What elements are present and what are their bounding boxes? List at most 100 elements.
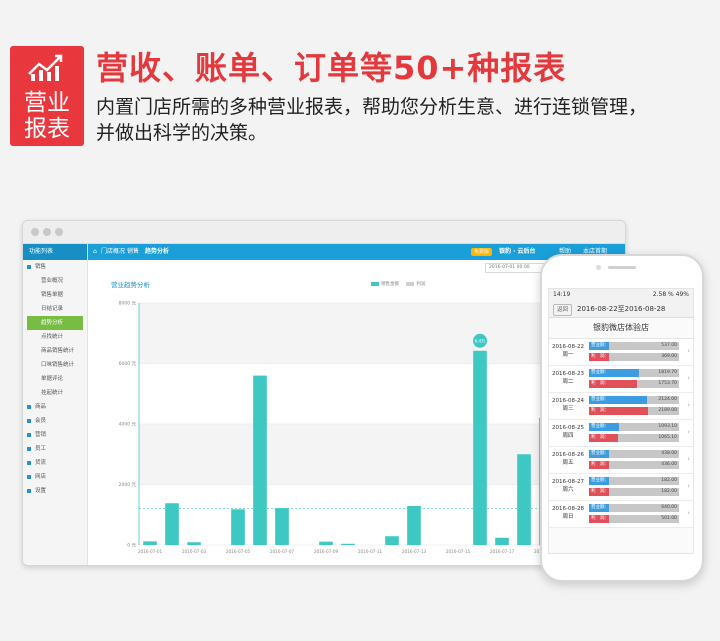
- sidebar-item-label: 挂起统计: [41, 390, 64, 396]
- sidebar-item-label: 单据评论: [41, 376, 64, 382]
- revenue-bar: 营业额： 640.00: [589, 504, 679, 512]
- sidebar-item[interactable]: 营销: [23, 428, 87, 442]
- revenue-bar: 营业额： 182.00: [589, 477, 679, 485]
- sidebar-item[interactable]: 销售: [23, 260, 87, 274]
- daily-report-row[interactable]: 2016-08-27 周六 营业额： 182.00 利 润： 182.00 ›: [549, 474, 693, 501]
- breadcrumb-item[interactable]: 门店概况: [101, 244, 125, 260]
- revenue-label: 营业额：: [591, 397, 609, 402]
- row-weekday: 周六: [562, 487, 574, 493]
- row-date-text: 2016-08-25: [552, 425, 584, 431]
- row-date-text: 2016-08-22: [552, 344, 584, 350]
- sidebar-item[interactable]: 网店: [23, 470, 87, 484]
- profit-bar: 利 润： 1065.10: [589, 434, 679, 442]
- row-date-text: 2016-08-28: [552, 506, 584, 512]
- sidebar-item-label: 员工: [35, 446, 47, 452]
- sidebar-item-label: 点找统计: [41, 334, 64, 340]
- chart-legend[interactable]: 销售金额 利润: [371, 281, 425, 287]
- sidebar-item-label: 货流: [35, 460, 47, 466]
- row-date: 2016-08-23 周二: [551, 370, 585, 386]
- sidebar-item[interactable]: 点找统计: [23, 330, 87, 344]
- y-tick-label: 6000 元: [119, 361, 137, 367]
- profit-bar: 利 润： 369.00: [589, 353, 679, 361]
- profit-value: 182.00: [661, 489, 677, 494]
- chevron-right-icon: ›: [687, 374, 690, 382]
- row-date-text: 2016-08-24: [552, 398, 584, 404]
- speaker-icon: [608, 266, 636, 269]
- profit-label: 利 润：: [591, 462, 609, 467]
- date-range-selector[interactable]: 2016-08-22至2016-08-28: [577, 301, 665, 317]
- chevron-right-icon: ›: [687, 455, 690, 463]
- sidebar-item[interactable]: 趋势分析: [27, 316, 83, 330]
- sidebar-item[interactable]: 商品: [23, 400, 87, 414]
- chart-title: 营业趋势分析: [111, 281, 150, 289]
- menu-square-icon: [27, 433, 31, 437]
- sidebar-item-label: 会员: [35, 418, 47, 424]
- sidebar-item[interactable]: 货流: [23, 456, 87, 470]
- row-date: 2016-08-22 周一: [551, 343, 585, 359]
- x-tick-label: 2016-07-01: [138, 549, 163, 554]
- profit-bar: 利 润： 1753.70: [589, 380, 679, 388]
- badge-line-1: 营业: [24, 90, 70, 116]
- chevron-right-icon: ›: [687, 509, 690, 517]
- sidebar-item[interactable]: 设置: [23, 484, 87, 498]
- profit-value: 369.00: [661, 354, 677, 359]
- sidebar-item[interactable]: 口味销售统计: [23, 358, 87, 372]
- browser-chrome: [23, 221, 625, 244]
- profit-value: 1065.10: [658, 435, 677, 440]
- sidebar-item[interactable]: 营业概况: [23, 274, 87, 288]
- row-date-text: 2016-08-26: [552, 452, 584, 458]
- chart-bar: [253, 375, 267, 545]
- row-weekday: 周二: [562, 379, 574, 385]
- profit-bar: 利 润： 182.00: [589, 488, 679, 496]
- chevron-right-icon: ›: [687, 428, 690, 436]
- profit-value: 501.00: [661, 516, 677, 521]
- sidebar-item-label: 网店: [35, 474, 47, 480]
- revenue-value: 1093.10: [658, 424, 677, 429]
- legend-swatch: [371, 281, 379, 286]
- sidebar-title: 功能列表: [23, 244, 87, 260]
- row-date-text: 2016-08-23: [552, 371, 584, 377]
- chart-bar: [187, 542, 201, 545]
- profit-bar: 利 润： 2189.00: [589, 407, 679, 415]
- daily-report-row[interactable]: 2016-08-22 周一 营业额： 537.00 利 润： 369.00 ›: [549, 339, 693, 366]
- y-tick-label: 2000 元: [119, 482, 137, 488]
- daily-report-row[interactable]: 2016-08-24 周三 营业额： 2124.00 利 润： 2189.00 ›: [549, 393, 693, 420]
- sidebar-item[interactable]: 单据评论: [23, 372, 87, 386]
- back-button[interactable]: 返回: [553, 304, 573, 316]
- revenue-value: 2124.00: [658, 397, 677, 402]
- sidebar-item[interactable]: 销售单据: [23, 288, 87, 302]
- chart-bar: [319, 541, 333, 545]
- menu-square-icon: [27, 461, 31, 465]
- revenue-value: 182.00: [661, 478, 677, 483]
- sidebar: 功能列表 销售营业概况销售单据日结记录 趋势分析点找统计商品销售统计 口味销售统计单…: [23, 244, 88, 565]
- home-icon[interactable]: ⌂: [93, 244, 97, 260]
- sidebar-item[interactable]: 日结记录: [23, 302, 87, 316]
- sidebar-item-label: 营业概况: [41, 278, 64, 284]
- peak-label: 6,4万: [475, 338, 485, 343]
- phone-screen: 14:19 2.58 % 49% 返回 2016-08-22至2016-08-2…: [548, 288, 694, 554]
- breadcrumb-item[interactable]: 销售: [127, 244, 139, 260]
- legend-label: 利润: [416, 282, 426, 287]
- daily-report-row[interactable]: 2016-08-28 周日 营业额： 640.00 利 润： 501.00 ›: [549, 501, 693, 528]
- y-tick-label: 8000 元: [119, 301, 137, 307]
- sidebar-item[interactable]: 员工: [23, 442, 87, 456]
- x-tick-label: 2016-07-17: [490, 549, 515, 554]
- profit-value: 2189.00: [658, 408, 677, 413]
- x-tick-label: 2016-07-15: [446, 549, 471, 554]
- plan-badge: 免费版: [471, 248, 493, 256]
- revenue-label: 营业额：: [591, 505, 609, 510]
- sidebar-item-label: 销售单据: [41, 292, 64, 298]
- daily-report-row[interactable]: 2016-08-23 周二 营业额： 1819.70 利 润： 1753.70 ›: [549, 366, 693, 393]
- daily-report-row[interactable]: 2016-08-25 周四 营业额： 1093.10 利 润： 1065.10 ›: [549, 420, 693, 447]
- x-tick-label: 2016-07-09: [314, 549, 339, 554]
- row-date: 2016-08-27 周六: [551, 478, 585, 494]
- sidebar-item[interactable]: 商品销售统计: [23, 344, 87, 358]
- daily-report-row[interactable]: 2016-08-26 周五 营业额： 438.00 利 润： 436.00 ›: [549, 447, 693, 474]
- sidebar-item[interactable]: 挂起统计: [23, 386, 87, 400]
- sidebar-item[interactable]: 会员: [23, 414, 87, 428]
- status-indicators: 2.58 % 49%: [652, 291, 689, 298]
- chart-bar: [275, 508, 289, 545]
- description: 内置门店所需的多种营业报表，帮助您分析生意、进行连锁管理，并做出科学的决策。: [96, 96, 648, 144]
- x-tick-label: 2016-07-13: [402, 549, 427, 554]
- profit-bar: 利 润： 501.00: [589, 515, 679, 523]
